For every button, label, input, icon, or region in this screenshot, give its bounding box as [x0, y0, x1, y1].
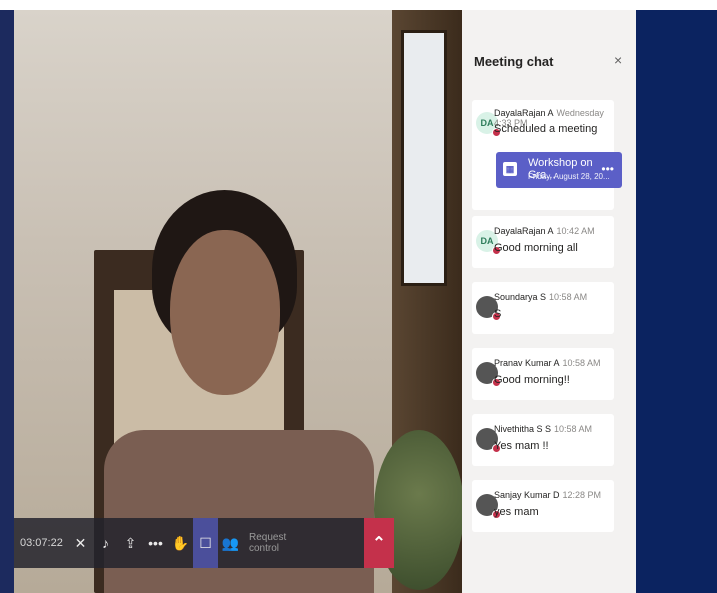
message-meta: Sanjay Kumar D 12:28 PM — [494, 490, 601, 500]
message-meta: DayalaRajan A 10:42 AM — [494, 226, 595, 236]
share-button[interactable]: ⇪ — [118, 518, 143, 568]
chat-icon: ☐ — [199, 534, 212, 551]
raise-hand-icon: ✋ — [171, 534, 190, 551]
mic-off-icon: ♪ — [102, 535, 109, 551]
meeting-chat-panel: Meeting chat × DA DayalaRajan A Wednesday… — [462, 10, 636, 593]
request-control-button[interactable]: Request control — [243, 532, 319, 554]
participants-button[interactable]: 👥 — [218, 518, 243, 568]
chat-message: Pranav Kumar A 10:58 AM Good morning!! — [472, 348, 614, 400]
more-options-button[interactable]: ••• — [143, 518, 168, 568]
end-call-button[interactable]: ⌃ — [364, 518, 394, 568]
right-border — [636, 10, 717, 593]
message-time: 12:28 PM — [562, 490, 602, 500]
raise-hand-button[interactable]: ✋ — [168, 518, 193, 568]
camera-button[interactable]: ✕ — [68, 518, 93, 568]
left-border — [0, 10, 14, 593]
chat-button[interactable]: ☐ — [193, 518, 218, 568]
background-window — [401, 30, 447, 286]
chat-message: Sanjay Kumar D 12:28 PM yes mam — [472, 480, 614, 532]
message-meta: Soundarya S 10:58 AM — [494, 292, 587, 302]
more-options-icon: ••• — [148, 535, 163, 551]
chat-message: Soundarya S 10:58 AM S — [472, 282, 614, 334]
meeting-controls-bar: 03:07:22 ✕ ♪ ⇪ ••• ✋ ☐ 👥 Request control… — [14, 518, 394, 568]
message-sender: Sanjay Kumar D — [494, 490, 560, 500]
video-feed: 03:07:22 ✕ ♪ ⇪ ••• ✋ ☐ 👥 Request control… — [14, 10, 462, 593]
message-meta: Pranav Kumar A 10:58 AM — [494, 358, 601, 368]
meeting-invite-card[interactable]: ▦ Workshop on Gra... Friday, August 28, … — [496, 152, 622, 188]
message-text: Good morning!! — [494, 374, 570, 386]
more-options-icon[interactable]: ••• — [601, 162, 614, 176]
mic-button[interactable]: ♪ — [93, 518, 118, 568]
camera-off-icon: ✕ — [74, 534, 87, 551]
participants-icon: 👥 — [221, 534, 240, 551]
chat-message: DA DayalaRajan A 10:42 AM Good morning al… — [472, 216, 614, 268]
message-text: S — [494, 308, 502, 320]
message-time: 10:58 AM — [554, 424, 593, 434]
participant-body — [104, 430, 374, 593]
participant-face — [170, 230, 280, 395]
message-sender: Soundarya S — [494, 292, 547, 302]
message-text: Scheduled a meeting — [494, 123, 598, 135]
message-meta: Nivethitha S S 10:58 AM — [494, 424, 592, 434]
teams-meeting-window: 03:07:22 ✕ ♪ ⇪ ••• ✋ ☐ 👥 Request control… — [0, 0, 717, 593]
message-sender: DayalaRajan A — [494, 226, 554, 236]
message-text: Yes mam !! — [494, 440, 549, 452]
hang-up-icon: ⌃ — [372, 535, 386, 552]
message-sender: DayalaRajan A — [494, 108, 554, 118]
calendar-icon: ▦ — [503, 162, 517, 176]
message-time: 10:58 AM — [562, 358, 601, 368]
message-sender: Nivethitha S S — [494, 424, 552, 434]
message-sender: Pranav Kumar A — [494, 358, 560, 368]
message-text: yes mam — [494, 506, 539, 518]
chat-message: DA DayalaRajan A Wednesday 4:33 PM Schedu… — [472, 100, 622, 210]
close-icon[interactable]: × — [614, 52, 622, 68]
message-time: 10:58 AM — [549, 292, 588, 302]
chat-message: Nivethitha S S 10:58 AM Yes mam !! — [472, 414, 614, 466]
message-time: 10:42 AM — [556, 226, 595, 236]
meeting-timer: 03:07:22 — [20, 537, 63, 549]
chat-title: Meeting chat — [474, 54, 554, 69]
share-screen-icon: ⇪ — [124, 534, 137, 551]
message-text: Good morning all — [494, 242, 578, 254]
meeting-card-subtitle: Friday, August 28, 20... — [528, 172, 610, 181]
